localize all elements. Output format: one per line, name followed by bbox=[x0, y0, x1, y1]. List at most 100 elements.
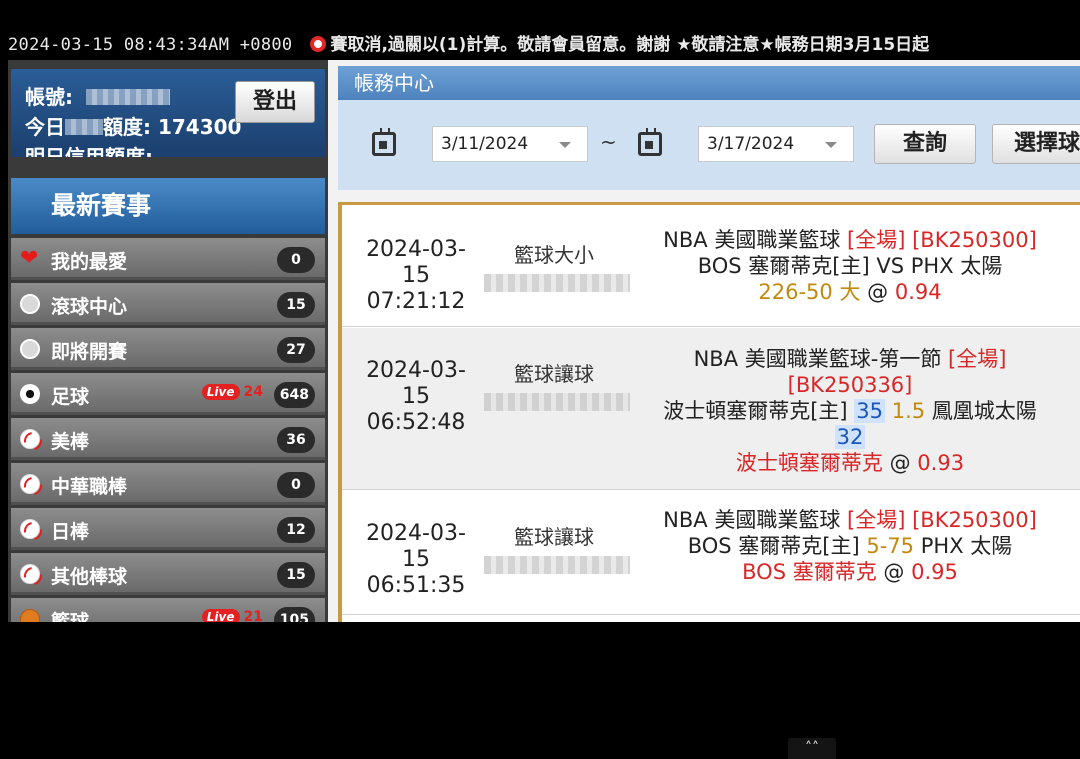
scroll-top-button[interactable]: ˄˄ bbox=[788, 738, 836, 759]
at-sign: @ bbox=[889, 451, 911, 475]
credit-today-label-a: 今日 bbox=[25, 115, 65, 139]
sidebar-item-label: 日棒 bbox=[51, 521, 90, 543]
sidebar-item-label: 足球 bbox=[51, 386, 90, 408]
record-description: NBA 美國職業籃球-第一節 [全場] [BK250336] 波士頓塞爾蒂克[主… bbox=[630, 346, 1070, 476]
home-team: BOS 塞爾蒂克[主] bbox=[687, 534, 860, 558]
pick: BOS 塞爾蒂克 bbox=[742, 560, 877, 584]
count-badge: 0 bbox=[277, 247, 315, 273]
sidebar-item[interactable]: 籃球 Live 21 105 bbox=[11, 598, 325, 622]
record-type: 籃球讓球 bbox=[484, 521, 630, 574]
page-title: 帳務中心 bbox=[338, 66, 1080, 100]
date-from-value: 3/11/2024 bbox=[441, 134, 529, 154]
blank-area bbox=[8, 622, 1080, 759]
record-datetime: 2024-03- 15 06:51:35 bbox=[356, 521, 476, 599]
chevron-down-icon bbox=[825, 142, 837, 148]
sidebar-item-label: 我的最愛 bbox=[51, 251, 128, 273]
credit-tomorrow-label: 明日信用額度: bbox=[25, 145, 153, 157]
date-to-value: 3/17/2024 bbox=[707, 134, 795, 154]
badge-icon bbox=[20, 294, 40, 314]
record-time: 06:51:35 bbox=[366, 573, 466, 598]
odds: 0.93 bbox=[917, 451, 965, 475]
record-row: 2024-03- 15 06:51:35 籃球讓球 NBA 美國職業籃球 [全場… bbox=[342, 491, 1080, 615]
credit-tomorrow-row: 明日信用額度: bbox=[25, 141, 153, 157]
live-badge: Live bbox=[201, 384, 240, 400]
at-sign: @ bbox=[883, 560, 905, 584]
record-time: 06:52:48 bbox=[366, 410, 466, 435]
date-from-select[interactable]: 3/11/2024 bbox=[432, 126, 588, 162]
count-badge: 27 bbox=[277, 337, 315, 363]
sidebar-item-label: 美棒 bbox=[51, 431, 90, 453]
record-day: 15 bbox=[402, 547, 430, 572]
league: NBA 美國職業籃球 bbox=[663, 228, 841, 252]
basketball-icon bbox=[20, 609, 40, 622]
sidebar-item[interactable]: 美棒 36 bbox=[11, 418, 325, 460]
odds: 0.95 bbox=[911, 560, 958, 584]
home-team: 波士頓塞爾蒂克[主] bbox=[663, 399, 848, 423]
sidebar-item[interactable]: 日棒 12 bbox=[11, 508, 325, 550]
live-indicator: Live 21 bbox=[201, 609, 263, 622]
pick: 波士頓塞爾蒂克 bbox=[735, 451, 883, 475]
sidebar-item[interactable]: 其他棒球 15 bbox=[11, 553, 325, 595]
baseball-icon bbox=[20, 564, 40, 584]
count-badge: 15 bbox=[277, 292, 315, 318]
soccer-ball-icon bbox=[20, 384, 40, 404]
record-type-label: 籃球讓球 bbox=[514, 362, 594, 386]
record-type: 籃球大小 bbox=[484, 239, 630, 292]
record-description: NBA 美國職業籃球 [全場] [BK250300] BOS 塞爾蒂克[主] V… bbox=[630, 227, 1070, 305]
sidebar-item[interactable]: ❤ 我的最愛 0 bbox=[11, 238, 325, 280]
redacted-ticket-id bbox=[484, 556, 630, 574]
latest-events-header: 最新賽事 bbox=[11, 178, 325, 234]
calendar-icon[interactable] bbox=[638, 128, 662, 156]
date-filter-bar: 3/11/2024 ~ 3/17/2024 查詢 選擇球 bbox=[338, 100, 1080, 190]
chevron-down-icon bbox=[559, 142, 571, 148]
credit-today-value: 174300 bbox=[157, 115, 242, 139]
baseball-icon bbox=[20, 519, 40, 539]
record-datetime: 2024-03- 15 06:52:48 bbox=[356, 358, 476, 436]
sidebar-item[interactable]: 中華職棒 0 bbox=[11, 463, 325, 505]
alert-icon bbox=[310, 36, 327, 52]
heart-icon: ❤ bbox=[20, 246, 39, 271]
account-label: 帳號: bbox=[25, 85, 73, 109]
sidebar-item-label: 中華職棒 bbox=[51, 476, 128, 498]
away-score: 32 bbox=[834, 425, 866, 449]
sidebar-item[interactable]: 足球 Live 24 648 bbox=[11, 373, 325, 415]
redacted-ticket-id bbox=[484, 274, 630, 292]
record-type: 籃球讓球 bbox=[484, 358, 630, 411]
redacted-account bbox=[85, 89, 170, 105]
redacted-ticket-id bbox=[484, 393, 630, 411]
logout-button[interactable]: 登出 bbox=[235, 81, 315, 123]
record-date: 2024-03- bbox=[366, 521, 466, 546]
home-score: 35 bbox=[854, 399, 886, 423]
record-row: 2024-03- 15 06:52:48 籃球讓球 NBA 美國職業籃球-第一節… bbox=[342, 328, 1080, 490]
credit-today-label-b: 額度: bbox=[103, 115, 151, 139]
event-code: [BK250336] bbox=[787, 373, 913, 397]
live-indicator: Live 24 bbox=[201, 384, 263, 400]
live-badge: Live bbox=[201, 609, 240, 622]
date-to-select[interactable]: 3/17/2024 bbox=[698, 126, 854, 162]
account-panel: 帳號: 今日 額度: 174300 明日信用額度: 登出 bbox=[11, 69, 325, 157]
count-badge: 648 bbox=[273, 382, 315, 408]
server-clock: 2024-03-15 08:43:34AM +0800 bbox=[8, 35, 293, 55]
record-day: 15 bbox=[402, 384, 430, 409]
sidebar-item-label: 即將開賽 bbox=[51, 341, 128, 363]
sidebar-item[interactable]: 即將開賽 27 bbox=[11, 328, 325, 370]
record-time: 07:21:12 bbox=[366, 289, 466, 314]
event-code: [BK250300] bbox=[912, 228, 1037, 252]
scope: [全場] bbox=[847, 508, 906, 532]
badge-icon bbox=[20, 339, 40, 359]
calendar-icon[interactable] bbox=[372, 128, 396, 156]
credit-today-row: 今日 額度: 174300 bbox=[25, 111, 241, 140]
live-count: 21 bbox=[243, 609, 263, 622]
query-button[interactable]: 查詢 bbox=[874, 124, 976, 164]
baseball-icon bbox=[20, 429, 40, 449]
record-description: NBA 美國職業籃球 [全場] [BK250300] BOS 塞爾蒂克[主] 5… bbox=[630, 507, 1070, 585]
app-screen: 帳號: 今日 額度: 174300 明日信用額度: 登出 最新賽事 ❤ 我的最愛 0 滾… bbox=[8, 60, 1080, 622]
sidebar-item[interactable]: 滾球中心 15 bbox=[11, 283, 325, 325]
announcement-marquee: 賽取消,過關以(1)計算。敬請會員留意。謝謝 ★敬請注意★帳務日期3月15日起 bbox=[330, 35, 930, 55]
account-row: 帳號: bbox=[25, 81, 170, 110]
league: NBA 美國職業籃球 bbox=[663, 508, 841, 532]
record-day: 15 bbox=[402, 263, 430, 288]
select-ball-button[interactable]: 選擇球 bbox=[992, 124, 1080, 164]
sidebar-item-label: 滾球中心 bbox=[51, 296, 128, 318]
away-team: 鳳凰城太陽 bbox=[931, 399, 1037, 423]
